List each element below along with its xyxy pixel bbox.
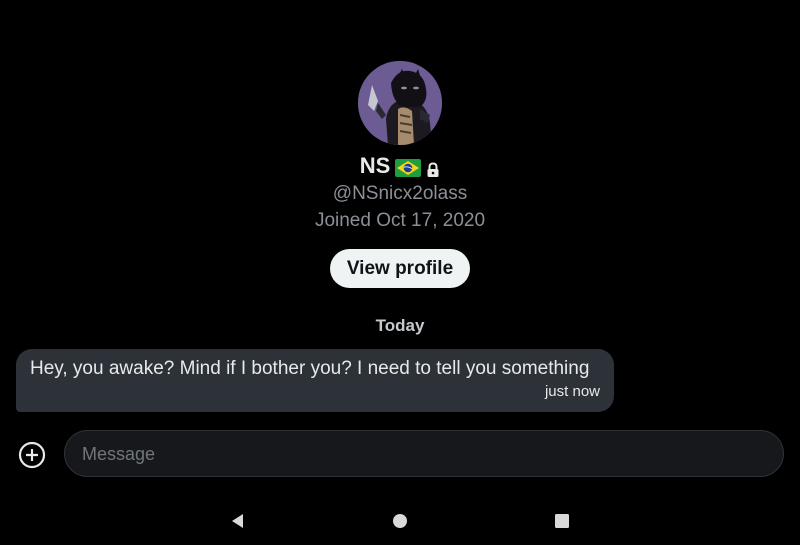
recents-button[interactable] <box>549 508 575 534</box>
day-separator: Today <box>375 316 425 335</box>
back-button[interactable] <box>225 508 251 534</box>
home-button[interactable] <box>387 508 413 534</box>
message-timestamp: just now <box>544 383 600 400</box>
message-bubble[interactable]: Hey, you awake? Mind if I bother you? I … <box>16 349 614 412</box>
add-circle-icon <box>18 441 46 469</box>
message-text: Hey, you awake? Mind if I bother you? I … <box>30 358 590 379</box>
add-attachment-button[interactable] <box>17 440 47 470</box>
recents-square-icon <box>555 514 569 528</box>
panther-avatar-image <box>358 61 442 145</box>
profile-name-row: NS <box>0 152 800 180</box>
lock-icon <box>426 158 440 177</box>
message-input[interactable] <box>80 431 774 478</box>
profile-name: NS <box>359 153 391 178</box>
back-triangle-icon <box>232 514 243 528</box>
home-circle-icon <box>393 514 407 528</box>
avatar[interactable] <box>358 61 442 145</box>
brazil-flag-icon <box>395 157 422 177</box>
profile-handle: @NSnicx2olass <box>332 183 468 204</box>
joined-date: Joined Oct 17, 2020 <box>314 210 486 231</box>
system-navigation-bar <box>0 508 800 534</box>
message-composer <box>64 430 784 478</box>
view-profile-button[interactable]: View profile <box>330 249 470 288</box>
